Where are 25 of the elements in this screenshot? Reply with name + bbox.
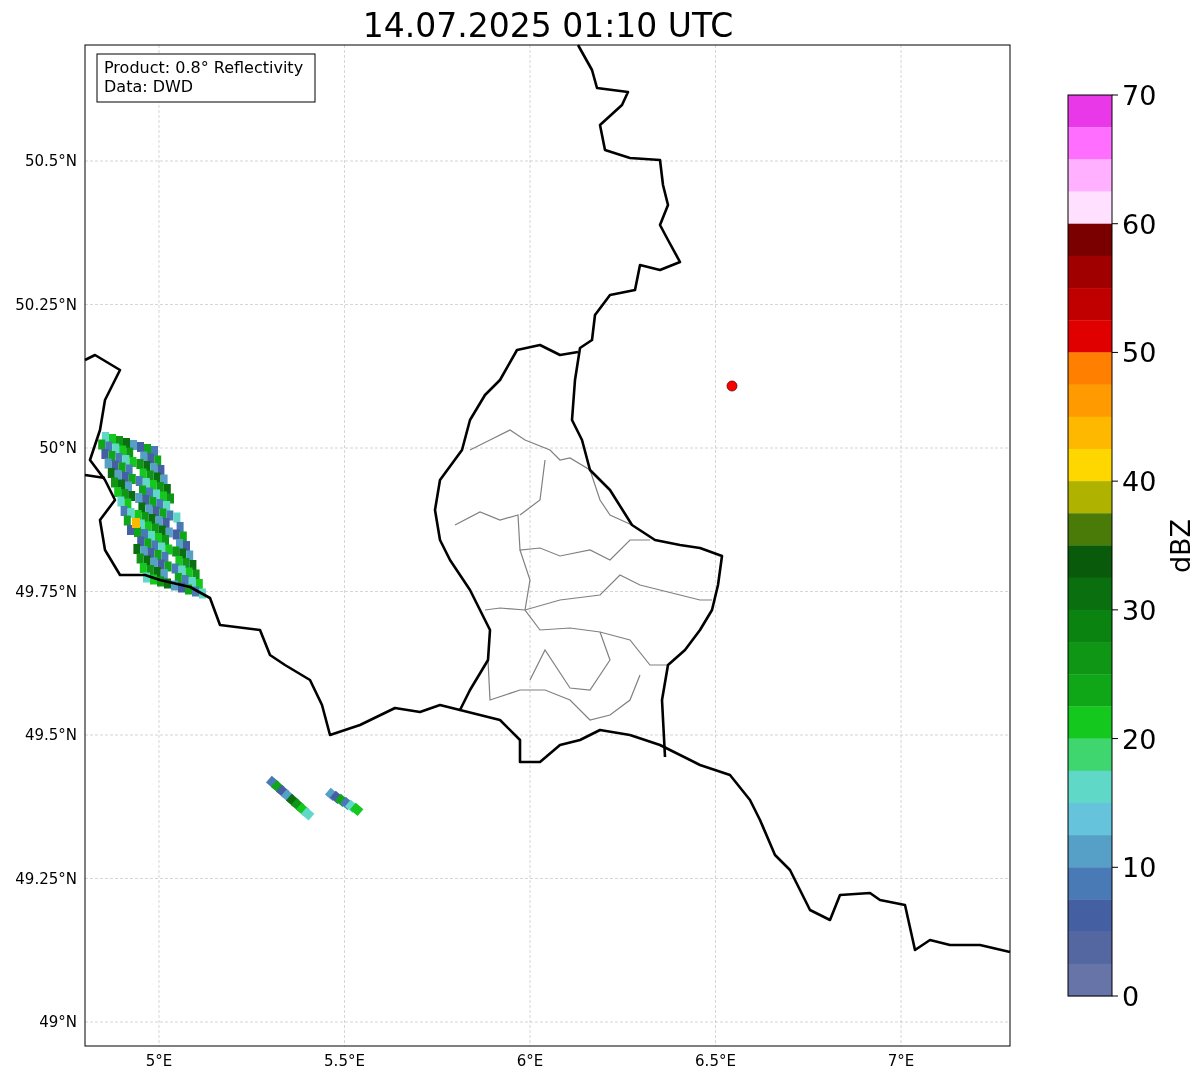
longitude-label: 5.5°E	[324, 1052, 365, 1070]
latitude-label: 49.25°N	[15, 869, 77, 888]
colorbar-tick-label: 0	[1122, 981, 1140, 1012]
longitude-label: 6°E	[516, 1052, 544, 1070]
colorbar-tick-label: 40	[1122, 466, 1157, 498]
location-marker	[726, 380, 738, 392]
colorbar-label: dBZ	[1165, 518, 1196, 574]
colorbar-tick-label: 50	[1122, 337, 1157, 369]
longitude-label: 7°E	[887, 1052, 915, 1070]
chart-title: 14.07.2025 01:10 UTC	[362, 6, 734, 45]
longitude-label: 5°E	[145, 1052, 173, 1070]
colorbar-tick-label: 30	[1122, 594, 1157, 626]
latitude-label: 50°N	[39, 439, 77, 457]
latitude-label: 49.75°N	[15, 582, 77, 601]
latitude-label: 50.25°N	[15, 295, 77, 314]
latitude-label: 49.5°N	[24, 726, 77, 744]
latitude-label: 50.5°N	[24, 152, 77, 170]
latitude-label: 49°N	[39, 1013, 77, 1031]
info-text: Product: 0.8° Reflectivity	[104, 58, 304, 77]
colorbar-tick-label: 70	[1122, 80, 1157, 111]
colorbar-tick-label: 10	[1122, 852, 1157, 884]
colorbar-tick-label: 20	[1122, 723, 1157, 755]
longitude-label: 6.5°E	[695, 1052, 736, 1070]
info-text: Data: DWD	[104, 77, 194, 96]
colorbar-tick-label: 60	[1122, 208, 1157, 240]
